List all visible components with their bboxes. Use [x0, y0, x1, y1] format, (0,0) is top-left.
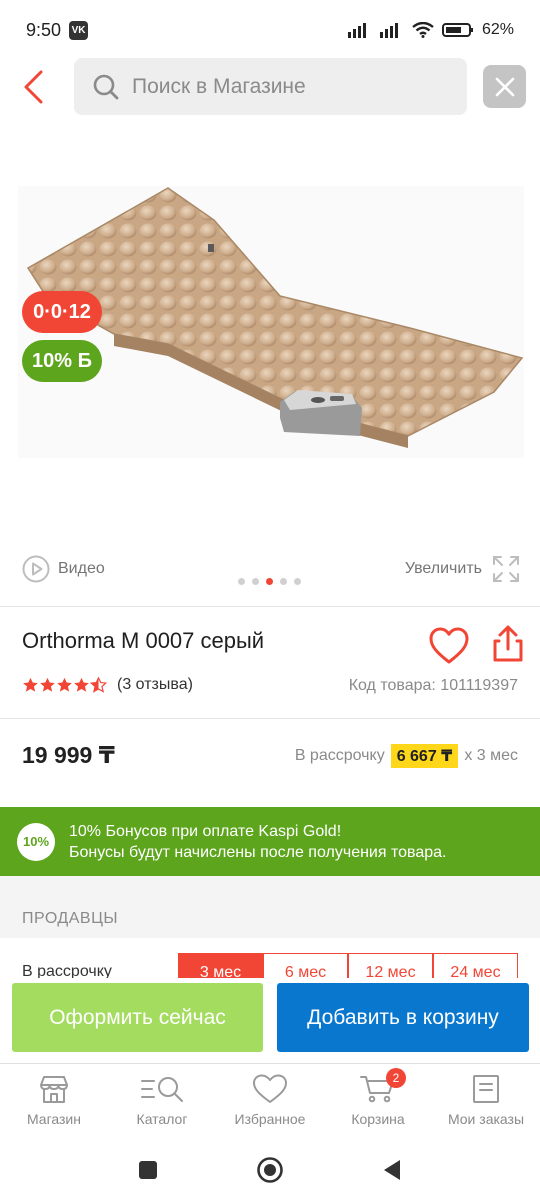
pump-device [280, 390, 362, 436]
bonus-line-2: Бонусы будут начислены после получения т… [69, 843, 447, 861]
bonus-banner[interactable]: 10% 10% Бонусов при оплате Kaspi Gold! Б… [0, 807, 540, 876]
product-price: 19 999 ₸ [22, 742, 115, 768]
share-button[interactable] [491, 624, 525, 664]
square-icon [139, 1161, 157, 1179]
divider [0, 606, 540, 607]
checkout-now-button[interactable]: Оформить сейчас [12, 983, 263, 1052]
star-icon [74, 677, 89, 692]
pagination-dot[interactable] [238, 578, 245, 585]
signal-icon-2 [379, 23, 398, 38]
close-icon [495, 77, 514, 96]
star-icon [40, 677, 55, 692]
rating-stars[interactable]: (3 отзыва) [22, 676, 193, 694]
star-icon [57, 677, 72, 692]
installment-promo-badge: 0·0·12 [22, 291, 102, 333]
play-circle-icon [22, 555, 50, 583]
sellers-heading: ПРОДАВЦЫ [22, 910, 119, 927]
star-half-icon [90, 677, 107, 693]
video-label: Видео [58, 560, 105, 577]
video-button[interactable]: Видео [22, 555, 105, 583]
circle-icon [257, 1157, 283, 1183]
pagination-dot-active[interactable] [266, 578, 273, 585]
favorite-button[interactable] [428, 626, 470, 666]
bonus-percent-badge: 10% [17, 822, 55, 861]
nav-label: Каталог [136, 1111, 188, 1127]
nav-label: Мои заказы [447, 1111, 525, 1127]
search-icon [93, 74, 119, 99]
nav-label: Избранное [234, 1111, 306, 1127]
installment-term-tabs: 3 мес 6 мес 12 мес 24 мес [178, 953, 518, 978]
installment-row-label: В рассрочку [22, 963, 112, 978]
nav-item-cart[interactable]: 2 Корзина [324, 1064, 432, 1141]
installment-term: x 3 мес [464, 747, 518, 764]
back-system-button[interactable] [375, 1153, 409, 1187]
cart-count-badge: 2 [386, 1068, 406, 1088]
system-nav-bar [0, 1141, 540, 1200]
term-tab-3[interactable]: 3 мес [178, 953, 263, 978]
orders-icon [473, 1075, 499, 1103]
zoom-label: Увеличить [404, 560, 482, 577]
signal-icon [347, 23, 366, 38]
triangle-back-icon [384, 1160, 400, 1180]
chevron-left-icon [24, 70, 43, 104]
product-sku: Код товара: 101119397 [348, 677, 518, 694]
nav-item-orders[interactable]: Мои заказы [432, 1064, 540, 1141]
installment-prefix: В рассрочку [294, 747, 385, 764]
term-tab-6[interactable]: 6 мес [263, 953, 348, 978]
search-input[interactable]: Поиск в Магазине [74, 58, 467, 115]
home-button[interactable] [253, 1153, 287, 1187]
bonus-promo-badge: 10% Б [22, 340, 102, 382]
nav-label: Корзина [351, 1111, 405, 1127]
divider [0, 718, 540, 719]
product-title: Orthorma M 0007 серый [22, 628, 265, 653]
wifi-icon [412, 22, 434, 38]
recent-apps-button[interactable] [131, 1153, 165, 1187]
vk-notification-icon: VK [69, 20, 89, 40]
pagination-dot[interactable] [294, 578, 301, 585]
nav-label: Магазин [26, 1111, 81, 1127]
nav-item-favorites[interactable]: Избранное [216, 1064, 324, 1141]
battery-percent: 62% [481, 21, 514, 38]
search-header: Поиск в Магазине [0, 58, 540, 116]
status-bar: 9:50 VK 62% [0, 0, 540, 60]
bonus-line-1: 10% Бонусов при оплате Kaspi Gold! [69, 822, 342, 840]
star-icon [23, 677, 38, 692]
zoom-button[interactable]: Увеличить [405, 555, 520, 583]
close-search-button[interactable] [483, 65, 526, 108]
store-icon [40, 1076, 68, 1103]
installment-term-row: В рассрочку 3 мес 6 мес 12 мес 24 мес [0, 938, 540, 978]
heart-icon [429, 627, 469, 664]
pagination-dot[interactable] [280, 578, 287, 585]
share-icon [493, 625, 523, 662]
status-time: 9:50 [26, 19, 62, 40]
status-indicators: 62% [347, 21, 514, 39]
image-pagination [238, 578, 301, 585]
installment-amount: 6 667 ₸ [390, 744, 459, 768]
bonus-text: 10% Бонусов при оплате Kaspi Gold! Бонус… [69, 821, 446, 863]
nav-item-store[interactable]: Магазин [0, 1064, 108, 1141]
nav-item-catalog[interactable]: Каталог [108, 1064, 216, 1141]
reviews-count-link[interactable]: (3 отзыва) [117, 676, 193, 694]
term-tab-24[interactable]: 24 мес [433, 953, 518, 978]
bottom-nav: Магазин Каталог Избранное 2 Корзина Мои … [0, 1063, 540, 1141]
back-button[interactable] [16, 66, 50, 108]
sellers-section: ПРОДАВЦЫ [0, 876, 540, 938]
catalog-search-icon [141, 1077, 183, 1102]
installment-info: В рассрочку 6 667 ₸ x 3 мес [295, 744, 518, 768]
battery-icon [441, 23, 473, 37]
expand-icon [493, 556, 519, 582]
add-to-cart-button[interactable]: Добавить в корзину [277, 983, 529, 1052]
search-placeholder: Поиск в Магазине [132, 74, 306, 98]
heart-icon [253, 1074, 287, 1103]
pagination-dot[interactable] [252, 578, 259, 585]
term-tab-12[interactable]: 12 мес [348, 953, 433, 978]
